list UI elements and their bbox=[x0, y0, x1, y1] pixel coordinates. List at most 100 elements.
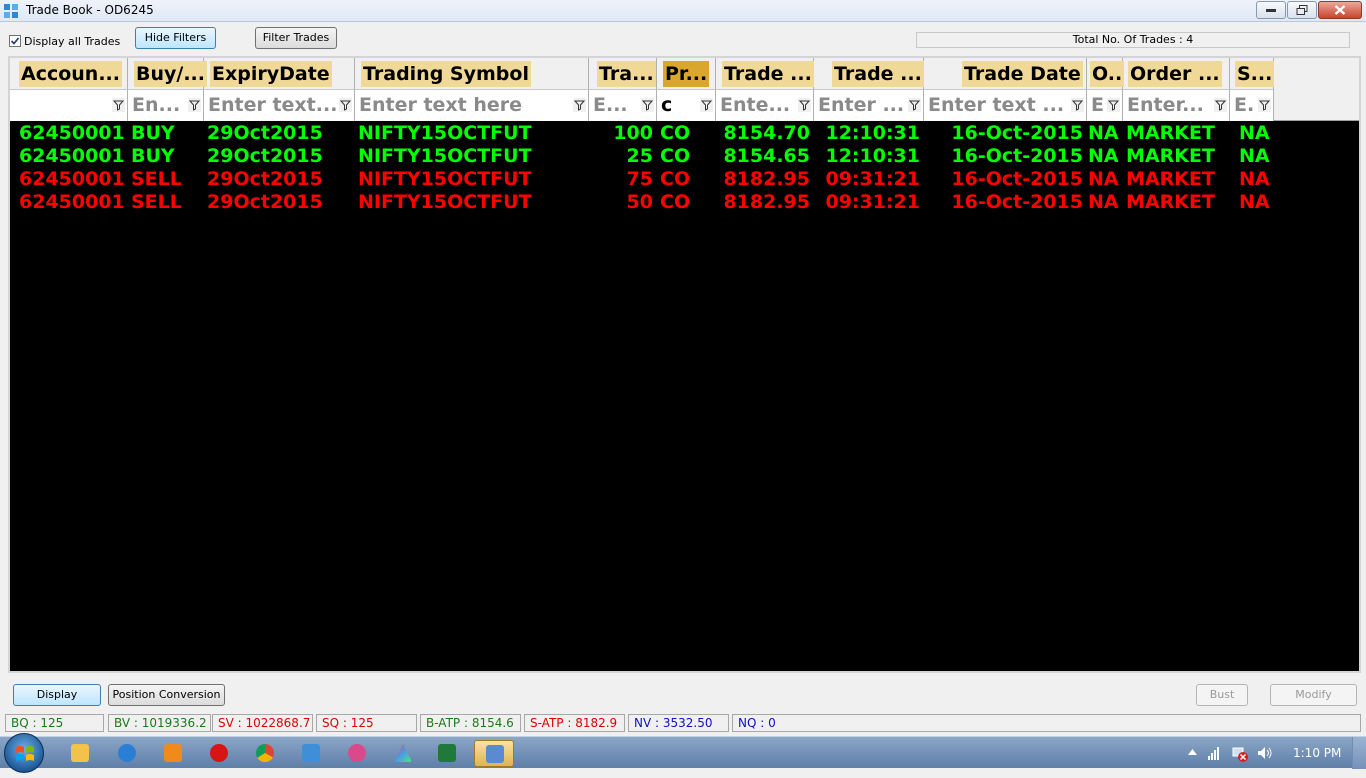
clock[interactable]: 1:10 PM bbox=[1293, 746, 1341, 760]
close-button[interactable] bbox=[1318, 1, 1362, 19]
bust-button[interactable]: Bust bbox=[1196, 684, 1248, 706]
filter-icon[interactable] bbox=[798, 98, 811, 112]
filter-icon[interactable] bbox=[339, 98, 352, 112]
filter-input-trade-price[interactable]: Ente... bbox=[716, 90, 814, 121]
column-header-product[interactable]: Pr... bbox=[657, 58, 716, 90]
filter-input-buy-sell[interactable]: En... bbox=[128, 90, 204, 121]
column-header-trade-date[interactable]: Trade Date bbox=[924, 58, 1087, 90]
cell-date: 16-Oct-2015 bbox=[951, 168, 1083, 190]
filter-icon[interactable] bbox=[112, 98, 125, 112]
chrome-taskbar-button[interactable] bbox=[245, 740, 285, 767]
status-b-atp: B-ATP : 8154.6 bbox=[420, 714, 521, 732]
cell-price: 8154.70 bbox=[723, 122, 810, 144]
triangle-app-icon bbox=[394, 744, 412, 762]
table-row[interactable]: 62450001 SELL 29Oct2015 NIFTY15OCTFUT 50 CO 81… bbox=[10, 191, 1359, 214]
display-button[interactable]: Display bbox=[13, 684, 101, 706]
network-error-icon[interactable] bbox=[1232, 746, 1248, 762]
filter-icon[interactable] bbox=[1071, 98, 1084, 112]
table-row[interactable]: 62450001 BUY 29Oct2015 NIFTY15OCTFUT 100 CO 81… bbox=[10, 122, 1359, 145]
filter-icon[interactable] bbox=[700, 98, 713, 112]
title-bar: Trade Book - OD6245 bbox=[0, 0, 1366, 22]
media-player-taskbar-button[interactable] bbox=[153, 740, 193, 767]
table-row[interactable]: 62450001 SELL 29Oct2015 NIFTY15OCTFUT 75 CO 81… bbox=[10, 168, 1359, 191]
cell-symbol: NIFTY15OCTFUT bbox=[358, 191, 532, 213]
puzzle-app-taskbar-button[interactable] bbox=[291, 740, 331, 767]
filter-input-expiry-date[interactable]: Enter text... bbox=[204, 90, 355, 121]
opera-taskbar-button[interactable] bbox=[199, 740, 239, 767]
column-header-order-type[interactable]: Order ... bbox=[1123, 58, 1230, 90]
trade-grid[interactable]: Accoun... Buy/... ExpiryDate Trading Sym… bbox=[8, 56, 1361, 673]
cell-qty: 25 bbox=[626, 145, 653, 167]
cell-symbol: NIFTY15OCTFUT bbox=[358, 122, 532, 144]
status-bq: BQ : 125 bbox=[5, 714, 104, 732]
cell-qty: 75 bbox=[626, 168, 653, 190]
explorer-taskbar-button[interactable] bbox=[60, 740, 100, 767]
status-sv: SV : 1022868.7 bbox=[212, 714, 313, 732]
display-all-checkbox[interactable] bbox=[9, 35, 21, 47]
close-icon bbox=[1334, 5, 1346, 15]
media-player-icon bbox=[164, 744, 182, 762]
signal-icon[interactable] bbox=[1208, 746, 1222, 760]
minimize-button[interactable] bbox=[1256, 1, 1286, 19]
cell-order-type: MARKET bbox=[1126, 191, 1215, 213]
column-header-o[interactable]: O.. bbox=[1087, 58, 1125, 90]
column-header-trading-symbol[interactable]: Trading Symbol bbox=[355, 58, 589, 90]
restore-button[interactable] bbox=[1287, 1, 1317, 19]
filter-input-s[interactable]: E. bbox=[1230, 90, 1274, 121]
app-icon bbox=[348, 744, 366, 762]
filter-input-o[interactable]: E bbox=[1087, 90, 1123, 121]
cell-time: 09:31:21 bbox=[825, 168, 920, 190]
volume-icon[interactable] bbox=[1257, 746, 1273, 760]
modify-button[interactable]: Modify bbox=[1270, 684, 1357, 706]
cell-side: BUY bbox=[131, 122, 175, 144]
cell-symbol: NIFTY15OCTFUT bbox=[358, 168, 532, 190]
filter-input-product[interactable]: c bbox=[657, 90, 716, 121]
column-header-s[interactable]: S... bbox=[1230, 58, 1275, 90]
cell-s: NA bbox=[1239, 168, 1270, 190]
window-title: Trade Book - OD6245 bbox=[26, 3, 154, 17]
trading-app-icon bbox=[486, 745, 504, 763]
cell-side: BUY bbox=[131, 145, 175, 167]
filter-icon[interactable] bbox=[1107, 98, 1120, 112]
start-button[interactable] bbox=[4, 733, 44, 773]
filter-icon[interactable] bbox=[908, 98, 921, 112]
filter-icon[interactable] bbox=[641, 98, 654, 112]
cell-side: SELL bbox=[131, 191, 182, 213]
filter-input-trading-symbol[interactable]: Enter text here bbox=[355, 90, 589, 121]
column-header-buy-sell[interactable]: Buy/... bbox=[128, 58, 207, 90]
show-hidden-icons-icon[interactable] bbox=[1188, 749, 1197, 755]
hide-filters-button[interactable]: Hide Filters bbox=[135, 27, 216, 49]
filter-icon[interactable] bbox=[188, 98, 201, 112]
filter-trades-button[interactable]: Filter Trades bbox=[255, 27, 337, 49]
app-taskbar-button[interactable] bbox=[337, 740, 377, 767]
cell-expiry: 29Oct2015 bbox=[207, 122, 323, 144]
column-header-trade-price[interactable]: Trade ... bbox=[716, 58, 814, 90]
position-conversion-button[interactable]: Position Conversion bbox=[108, 684, 225, 706]
excel-taskbar-button[interactable] bbox=[427, 740, 467, 767]
column-header-trade-time[interactable]: Trade ... bbox=[814, 58, 924, 90]
filter-icon[interactable] bbox=[1258, 98, 1271, 112]
filter-input-trade-qty[interactable]: E... bbox=[589, 90, 657, 121]
filter-input-account[interactable] bbox=[10, 90, 128, 121]
column-header-expiry-date[interactable]: ExpiryDate bbox=[204, 58, 355, 90]
filter-icon[interactable] bbox=[1214, 98, 1227, 112]
column-header-account[interactable]: Accoun... bbox=[10, 58, 128, 90]
show-desktop-button[interactable] bbox=[1352, 737, 1366, 769]
trading-app-taskbar-button[interactable] bbox=[474, 740, 514, 767]
filter-input-trade-date[interactable]: Enter text ... bbox=[924, 90, 1087, 121]
column-header-trade-qty[interactable]: Tra... bbox=[589, 58, 657, 90]
filter-input-order-type[interactable]: Enter... bbox=[1123, 90, 1230, 121]
status-bar: BQ : 125 BV : 1019336.2 SV : 1022868.7 S… bbox=[0, 713, 1366, 733]
display-all-label: Display all Trades bbox=[24, 35, 121, 48]
triangle-app-taskbar-button[interactable] bbox=[383, 740, 423, 767]
cell-expiry: 29Oct2015 bbox=[207, 191, 323, 213]
table-row[interactable]: 62450001 BUY 29Oct2015 NIFTY15OCTFUT 25 CO 815… bbox=[10, 145, 1359, 168]
puzzle-app-icon bbox=[302, 744, 320, 762]
header-row: Accoun... Buy/... ExpiryDate Trading Sym… bbox=[10, 58, 1359, 90]
filter-icon[interactable] bbox=[573, 98, 586, 112]
cell-product: CO bbox=[660, 191, 691, 213]
cell-product: CO bbox=[660, 145, 691, 167]
filter-input-trade-time[interactable]: Enter ... bbox=[814, 90, 924, 121]
ie-taskbar-button[interactable] bbox=[107, 740, 147, 767]
status-s-atp: S-ATP : 8182.9 bbox=[524, 714, 625, 732]
